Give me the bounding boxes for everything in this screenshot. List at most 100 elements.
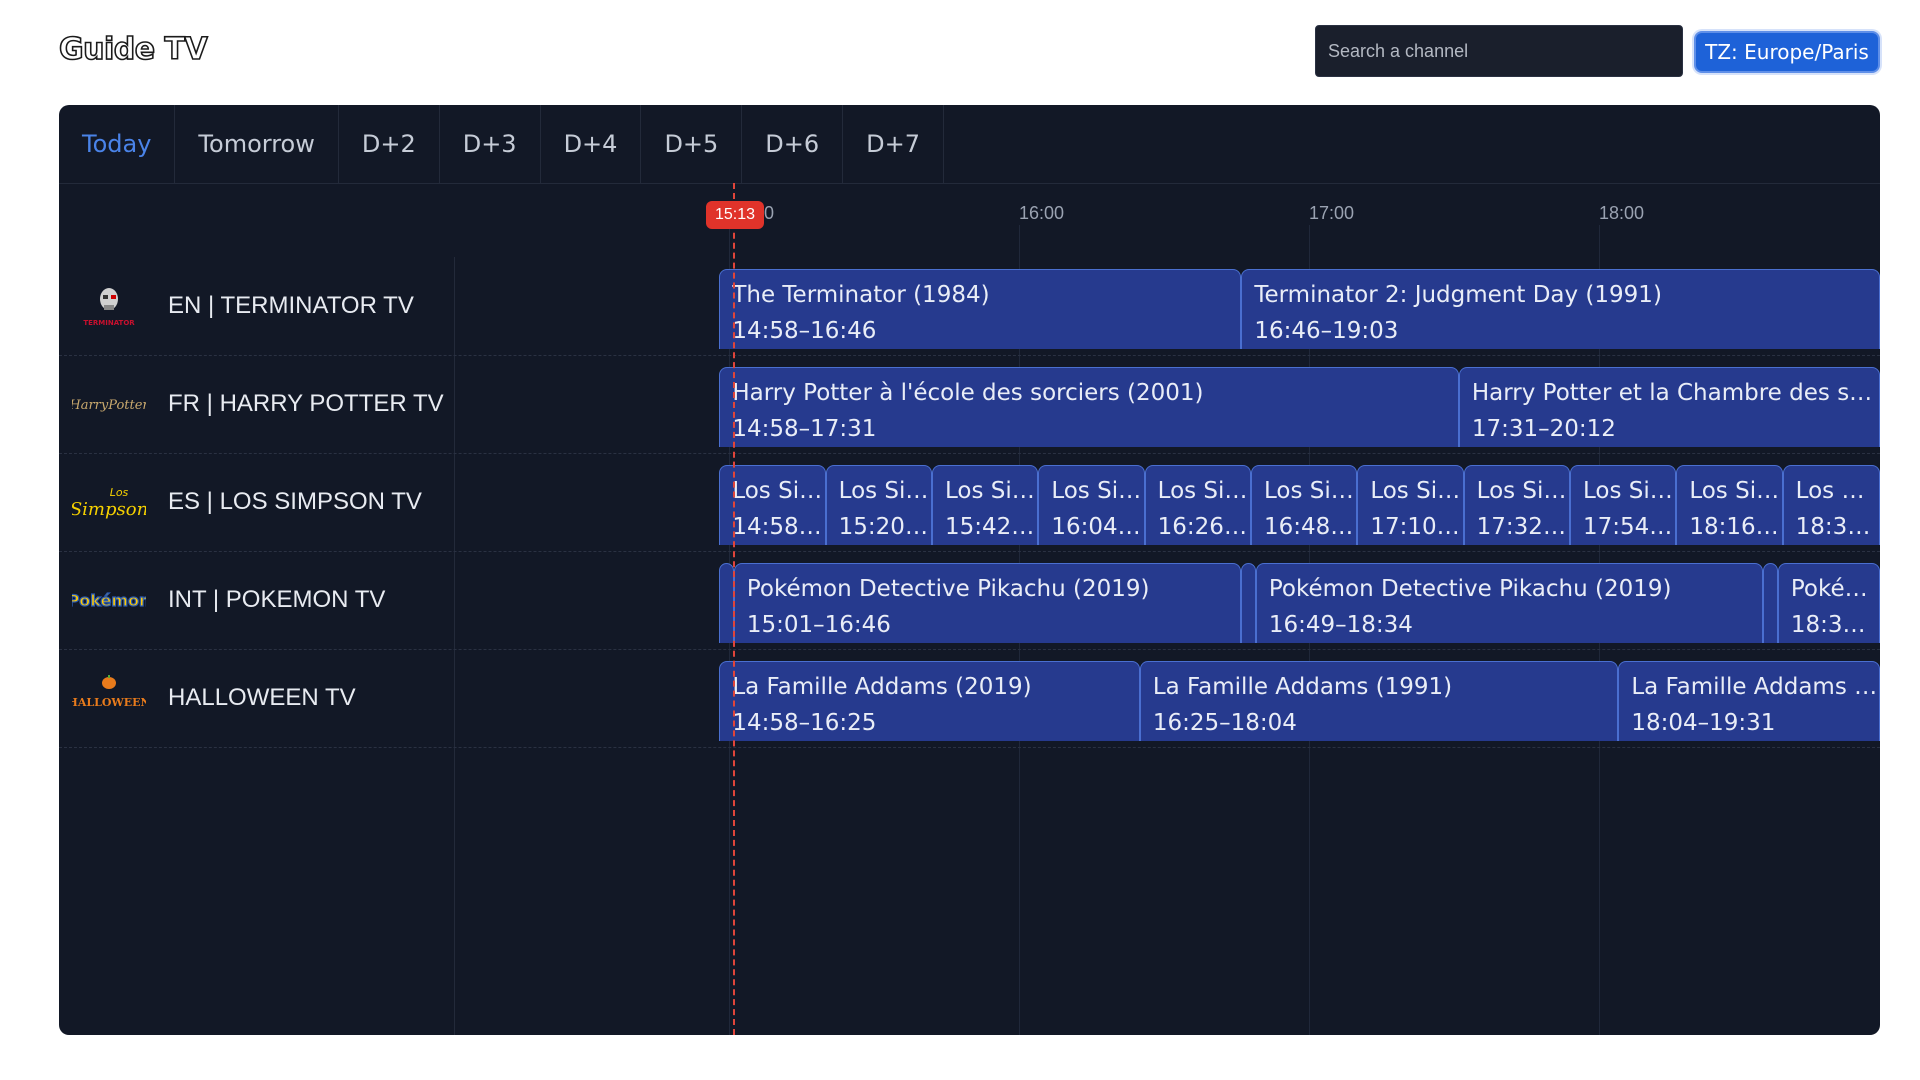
tab-dplus3[interactable]: D+3 [440, 105, 541, 183]
program-time: 15:01–16:46 [746, 612, 891, 638]
channel-search-input[interactable] [1315, 25, 1683, 77]
timezone-button[interactable]: TZ: Europe/Paris [1694, 31, 1880, 73]
program-block[interactable]: La Famille Addams (2019) 18:04–19:31 [1618, 661, 1880, 741]
program-title: Terminator 2: Judgment Day (1991) [1254, 282, 1662, 308]
time-tick-label: 18:00 [1599, 203, 1645, 223]
tab-dplus7[interactable]: D+7 [843, 105, 945, 183]
svg-text:TERMINATOR: TERMINATOR [83, 319, 135, 327]
program-time: 17:54–18:16 [1583, 514, 1676, 540]
simpsons-logo: Los Simpson [72, 477, 146, 527]
program-title: Los Simpson [1689, 478, 1781, 504]
program-title: Harry Potter à l'école des sorciers (200… [732, 380, 1204, 406]
channel-item[interactable]: Los Simpson ES | LOS SIMPSON TV [59, 453, 454, 550]
tab-dplus6[interactable]: D+6 [742, 105, 844, 183]
program-title: Los Simpson [1157, 478, 1250, 504]
svg-text:HALLOWEEN: HALLOWEEN [72, 696, 146, 709]
program-time: 15:42–16:04 [945, 514, 1038, 540]
sidebar-divider [454, 257, 455, 1035]
program-time: 17:32–17:54 [1476, 514, 1569, 540]
program-time: 16:04–16:26 [1051, 514, 1144, 540]
program-title: La Famille Addams (1991) [1152, 674, 1453, 700]
now-indicator-badge: 15:13 [706, 201, 764, 229]
program-block[interactable]: Pokémon Detective Pikachu (2019) 18:37–20… [1777, 563, 1880, 643]
harry-potter-logo: HarryPotter [72, 379, 146, 429]
program-block[interactable]: The Terminator (1984) 14:58–16:46 [719, 269, 1242, 349]
program-time: 18:37–20:22 [1790, 612, 1879, 638]
program-time: 14:58–15:20 [732, 514, 825, 540]
program-time: 16:25–18:04 [1152, 710, 1297, 736]
program-title: Los Simpson [732, 478, 824, 504]
program-block[interactable]: Los Simpson 17:32–17:54 [1463, 465, 1570, 545]
program-block[interactable]: Los Simpson 16:48–17:10 [1251, 465, 1358, 545]
program-block[interactable]: Los Simpson 16:04–16:26 [1038, 465, 1145, 545]
channel-name: INT | POKEMON TV [168, 585, 386, 613]
tv-guide-panel: TodayTomorrowD+2D+3D+4D+5D+6D+7 15:0016:… [59, 105, 1880, 1035]
channel-name: ES | LOS SIMPSON TV [168, 487, 422, 515]
channel-item[interactable]: TERMINATOR EN | TERMINATOR TV [59, 257, 454, 354]
program-title: Pokémon Detective Pikachu (2019) [1268, 576, 1672, 602]
svg-text:Simpson: Simpson [72, 499, 146, 520]
tab-tomorrow[interactable]: Tomorrow [175, 105, 339, 183]
channel-name: HALLOWEEN TV [168, 683, 356, 711]
program-block[interactable]: Los Simpson 18:38–19:00 [1782, 465, 1880, 545]
program-block[interactable]: Los Simpson 14:58–15:20 [719, 465, 826, 545]
program-title: The Terminator (1984) [732, 282, 990, 308]
day-tabs: Today Tomorrow D+2 D+3 D+4 D+5 D+6 D+7 [59, 105, 1880, 184]
program-time: 14:58–16:46 [732, 318, 877, 344]
program-block[interactable] [1763, 563, 1778, 643]
program-time: 18:38–19:00 [1795, 514, 1879, 540]
program-time: 17:10–17:32 [1370, 514, 1463, 540]
svg-text:Los: Los [110, 486, 129, 499]
program-title: Los Simpson [838, 478, 931, 504]
program-title: Pokémon Detective Pikachu (2019) [746, 576, 1150, 602]
program-time: 18:04–19:31 [1631, 710, 1776, 736]
program-block[interactable]: Pokémon Detective Pikachu (2019) 16:49–18… [1255, 563, 1764, 643]
program-title: Los Simpson [945, 478, 1037, 504]
program-title: Los Simpson [1264, 478, 1356, 504]
program-time: 14:58–17:31 [732, 416, 877, 442]
program-block[interactable]: Los Simpson 18:16–18:38 [1676, 465, 1783, 545]
program-block[interactable]: Los Simpson 17:10–17:32 [1357, 465, 1464, 545]
tab-today[interactable]: Today [59, 105, 176, 183]
program-block[interactable]: Harry Potter et la Chambre des secrets (… [1458, 367, 1880, 447]
time-tick-label: 16:00 [1019, 203, 1065, 223]
channel-item[interactable]: HALLOWEEN HALLOWEEN TV [59, 649, 454, 746]
terminator-skull-logo: TERMINATOR [72, 281, 146, 331]
program-title: Los Simpson [1583, 478, 1675, 504]
program-time: 15:20–15:42 [838, 514, 931, 540]
program-block[interactable]: Pokémon Detective Pikachu (2019) 15:01–16… [733, 563, 1242, 643]
svg-text:Pokémon: Pokémon [72, 591, 146, 610]
program-title: Harry Potter et la Chambre des secrets (… [1471, 380, 1879, 406]
pokemon-logo: Pokémon [72, 575, 146, 625]
program-block[interactable]: Los Simpson 15:42–16:04 [932, 465, 1039, 545]
channel-name: FR | HARRY POTTER TV [168, 389, 444, 417]
program-block[interactable]: Harry Potter à l'école des sorciers (200… [719, 367, 1459, 447]
program-block[interactable] [1241, 563, 1256, 643]
program-block[interactable]: Los Simpson 17:54–18:16 [1570, 465, 1677, 545]
program-block[interactable]: La Famille Addams (1991) 16:25–18:04 [1139, 661, 1619, 741]
page-title: Guide TV [58, 31, 208, 68]
channel-item[interactable]: Pokémon INT | POKEMON TV [59, 551, 454, 648]
channel-item[interactable]: HarryPotter FR | HARRY POTTER TV [59, 355, 454, 452]
program-time: 17:31–20:12 [1471, 416, 1616, 442]
tab-dplus4[interactable]: D+4 [541, 105, 642, 183]
now-indicator-line [733, 183, 735, 1035]
halloween-pumpkin-logo: HALLOWEEN [72, 673, 146, 723]
program-title: La Famille Addams (2019) [732, 674, 1032, 700]
program-block[interactable]: Los Simpson 16:26–16:48 [1144, 465, 1251, 545]
tab-dplus5[interactable]: D+5 [641, 105, 743, 183]
program-block[interactable] [719, 563, 734, 643]
row-divider [59, 747, 1880, 748]
program-block[interactable]: La Famille Addams (2019) 14:58–16:25 [719, 661, 1140, 741]
program-title: La Famille Addams (2019) [1631, 674, 1879, 700]
program-title: Los Simpson [1051, 478, 1143, 504]
program-time: 16:46–19:03 [1254, 318, 1399, 344]
program-time: 18:16–18:38 [1689, 514, 1782, 540]
program-block[interactable]: Terminator 2: Judgment Day (1991) 16:46–1… [1241, 269, 1880, 349]
svg-text:HarryPotter: HarryPotter [72, 398, 146, 413]
program-title: Los Simpson [1370, 478, 1462, 504]
program-block[interactable]: Los Simpson 15:20–15:42 [825, 465, 932, 545]
program-time: 14:58–16:25 [732, 710, 877, 736]
tab-dplus2[interactable]: D+2 [339, 105, 440, 183]
time-tick-label: 17:00 [1309, 203, 1355, 223]
